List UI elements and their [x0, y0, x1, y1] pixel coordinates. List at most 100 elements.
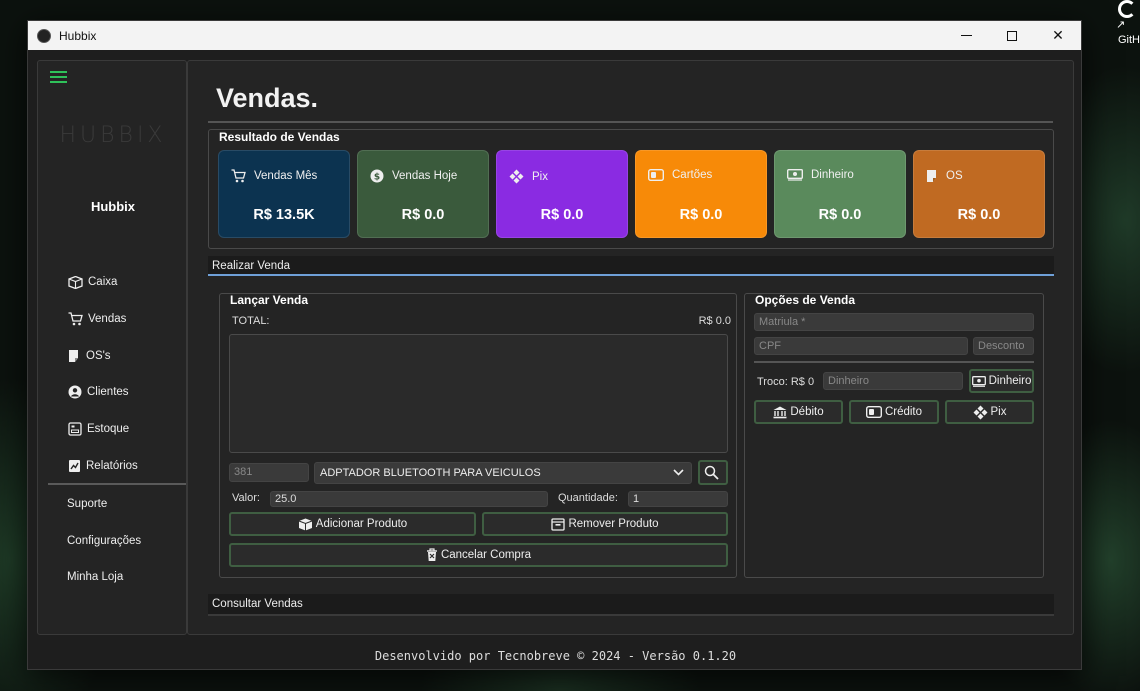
- card-value: R$ 13.5K: [253, 207, 315, 223]
- pix-button[interactable]: Pix: [945, 400, 1034, 424]
- sidebar-item-os[interactable]: OS's: [68, 347, 111, 365]
- maximize-icon: [1007, 30, 1017, 41]
- card-value: R$ 0.0: [818, 207, 862, 223]
- debito-button[interactable]: Débito: [754, 400, 843, 424]
- box-icon: [68, 275, 83, 289]
- card-value: R$ 0.0: [401, 207, 445, 223]
- lancar-venda-title: Lançar Venda: [230, 293, 309, 307]
- close-icon: ✕: [1052, 27, 1064, 43]
- card-label: Pix: [532, 170, 548, 183]
- card-value: R$ 0.0: [679, 207, 723, 223]
- title-bar[interactable]: Hubbix ✕: [28, 21, 1081, 50]
- cancel-purchase-button[interactable]: Cancelar Compra: [229, 543, 728, 567]
- close-button[interactable]: ✕: [1035, 21, 1081, 50]
- brand-name: Hubbix: [90, 199, 136, 214]
- footer-text: Desenvolvido por Tecnobreve © 2024 - Ver…: [374, 649, 737, 663]
- matricula-input[interactable]: Matriula *: [754, 313, 1034, 331]
- cancel-purchase-label: Cancelar Compra: [440, 549, 532, 561]
- card-label: Vendas Mês: [254, 170, 318, 182]
- pix-icon: [973, 405, 987, 419]
- remove-product-button[interactable]: Remover Produto: [482, 512, 728, 536]
- remove-product-label: Remover Produto: [568, 518, 659, 530]
- valor-label: Valor:: [232, 492, 260, 504]
- report-icon: [69, 460, 80, 472]
- cart-icon: [68, 312, 83, 326]
- sidebar-item-clientes[interactable]: Clientes: [68, 383, 129, 401]
- chevron-down-icon: [673, 469, 684, 476]
- sidebar-item-caixa[interactable]: Caixa: [68, 273, 117, 291]
- main-content: Vendas. Resultado de Vendas Vendas Mês R…: [187, 60, 1074, 635]
- cash-icon: [971, 375, 986, 387]
- quantidade-input[interactable]: 1: [628, 491, 728, 507]
- credito-button[interactable]: Crédito: [849, 400, 939, 424]
- svg-text:$: $: [374, 173, 380, 183]
- bank-icon: [773, 406, 787, 418]
- card-os: OS R$ 0.0: [913, 150, 1045, 238]
- results-title: Resultado de Vendas: [219, 130, 340, 144]
- cart-icon: [231, 169, 246, 183]
- card-label: Vendas Hoje: [392, 170, 458, 182]
- page-title: Vendas.: [216, 83, 319, 113]
- section-realizar-venda[interactable]: Realizar Venda: [208, 256, 1054, 276]
- sidebar-item-label: OS's: [86, 350, 111, 362]
- cpf-input[interactable]: CPF: [754, 337, 968, 355]
- section-consultar-vendas[interactable]: Consultar Vendas: [208, 594, 1054, 614]
- items-list[interactable]: [229, 334, 728, 453]
- card-dinheiro: Dinheiro R$ 0.0: [774, 150, 906, 238]
- shortcut-arrow-icon: ↗: [1116, 19, 1126, 31]
- sidebar-item-suporte[interactable]: Suporte: [67, 498, 107, 510]
- sidebar-item-label: Caixa: [88, 276, 118, 288]
- sidebar-item-configuracoes[interactable]: Configurações: [67, 535, 141, 547]
- github-icon: [1118, 0, 1136, 18]
- sidebar-item-minha-loja[interactable]: Minha Loja: [67, 571, 123, 583]
- total-value: R$ 0.0: [698, 315, 731, 327]
- sidebar-item-estoque[interactable]: Estoque: [68, 420, 129, 438]
- document-icon: [927, 170, 936, 182]
- quantidade-label: Quantidade:: [558, 492, 618, 504]
- opcoes-venda-panel: Opções de Venda Matriula * CPF Desconto …: [744, 293, 1044, 578]
- sidebar-item-label: Estoque: [87, 423, 130, 435]
- sidebar-item-vendas[interactable]: Vendas: [68, 310, 126, 328]
- search-product-button[interactable]: [698, 460, 728, 485]
- valor-input[interactable]: 25.0: [270, 491, 548, 507]
- minimize-button[interactable]: [943, 21, 989, 50]
- product-code-input[interactable]: 381: [229, 463, 309, 482]
- lancar-venda-panel: Lançar Venda TOTAL: R$ 0.0 381 ADPTADOR …: [219, 293, 737, 578]
- window-title: Hubbix: [59, 28, 97, 43]
- cash-icon: [787, 169, 803, 181]
- card-value: R$ 0.0: [540, 207, 584, 223]
- trash-icon: [426, 548, 437, 561]
- add-product-button[interactable]: Adicionar Produto: [229, 512, 476, 536]
- card-icon: [865, 406, 882, 418]
- results-panel: Resultado de Vendas Vendas Mês R$ 13.5K …: [208, 129, 1054, 249]
- minimize-icon: [960, 35, 972, 36]
- hamburger-menu-icon[interactable]: [50, 71, 67, 86]
- desktop-shortcut[interactable]: ↗ GitH: [1112, 0, 1140, 50]
- user-icon: [68, 385, 82, 399]
- dinheiro-button[interactable]: Dinheiro: [969, 369, 1034, 393]
- search-icon: [704, 465, 719, 480]
- title-divider: [208, 121, 1053, 123]
- pix-button-label: Pix: [990, 406, 1007, 418]
- product-select[interactable]: ADPTADOR BLUETOOTH PARA VEICULOS: [314, 462, 692, 484]
- credito-button-label: Crédito: [884, 406, 923, 418]
- debito-button-label: Débito: [790, 406, 824, 418]
- box-icon: [298, 518, 312, 530]
- desktop-shortcut-label: GitH: [1118, 34, 1140, 46]
- card-cartoes: Cartões R$ 0.0: [635, 150, 767, 238]
- card-vendas-mes: Vendas Mês R$ 13.5K: [218, 150, 350, 238]
- logo: HUBBIX: [59, 123, 167, 148]
- sidebar-item-relatorios[interactable]: Relatórios: [68, 457, 138, 475]
- app-icon: [37, 28, 51, 43]
- dinheiro-input[interactable]: Dinheiro: [823, 372, 963, 390]
- total-label: TOTAL:: [232, 315, 270, 327]
- sidebar-item-label: Relatórios: [86, 460, 138, 472]
- desconto-input[interactable]: Desconto: [973, 337, 1034, 355]
- money-circle-icon: $: [370, 169, 384, 183]
- card-label: Cartões: [672, 169, 713, 181]
- opcoes-venda-title: Opções de Venda: [755, 293, 856, 307]
- inventory-icon: [68, 422, 82, 436]
- consultar-divider: [208, 614, 1054, 616]
- sidebar: HUBBIX Hubbix Caixa Vendas OS's Clientes…: [37, 60, 187, 635]
- maximize-button[interactable]: [989, 21, 1035, 50]
